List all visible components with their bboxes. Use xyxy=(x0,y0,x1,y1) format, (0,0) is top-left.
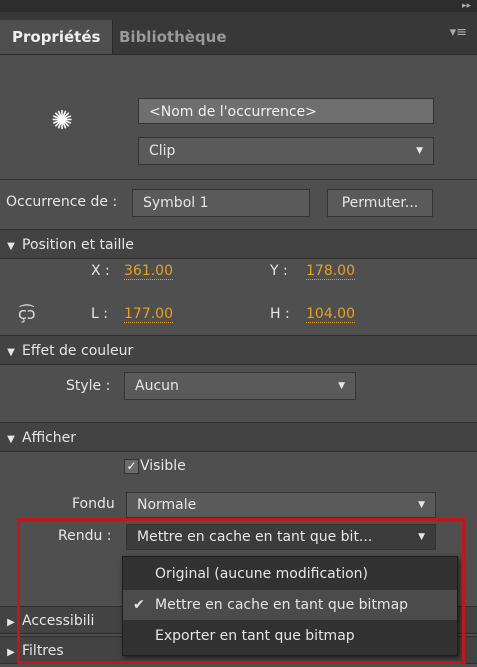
height-label: H : xyxy=(270,306,290,322)
triangle-down-icon: ▼ xyxy=(7,347,15,358)
y-value[interactable]: 178.00 xyxy=(306,263,355,280)
section-position-size[interactable]: ▼ Position et taille xyxy=(0,229,477,259)
y-label: Y : xyxy=(270,263,288,279)
section-position-size-label: Position et taille xyxy=(22,237,134,253)
blend-value: Normale xyxy=(137,497,197,513)
instance-name-input[interactable]: <Nom de l'occurrence> xyxy=(138,98,434,124)
panel-menu-icon[interactable]: ▾≡ xyxy=(450,25,467,40)
height-value[interactable]: 104.00 xyxy=(306,306,355,323)
chain-link-icon[interactable]: ç͡ɔ xyxy=(18,304,36,323)
chevron-down-icon: ▼ xyxy=(338,381,345,391)
style-label: Style : xyxy=(66,378,111,394)
highlight-box xyxy=(17,518,465,664)
triangle-down-icon: ▼ xyxy=(7,241,15,252)
chevron-down-icon: ▼ xyxy=(418,500,425,510)
blend-select[interactable]: Normale ▼ xyxy=(126,492,436,518)
symbol-type-value: Clip xyxy=(149,143,176,159)
divider xyxy=(0,179,477,180)
blend-label: Fondu xyxy=(72,496,115,512)
double-chevron-right-icon[interactable]: ▸▸ xyxy=(462,0,471,12)
occurrence-symbol-field: Symbol 1 xyxy=(132,189,310,217)
visible-label: Visible xyxy=(140,458,186,474)
style-select[interactable]: Aucun ▼ xyxy=(124,372,356,400)
style-value: Aucun xyxy=(135,378,179,394)
tab-library[interactable]: Bibliothèque xyxy=(107,20,239,54)
width-value[interactable]: 177.00 xyxy=(124,306,173,323)
tab-properties[interactable]: Propriétés xyxy=(0,20,114,54)
chevron-down-icon: ▼ xyxy=(416,146,423,156)
occurrence-label: Occurrence de : xyxy=(6,194,118,210)
panel-top-strip xyxy=(0,0,477,12)
section-color-effect-label: Effet de couleur xyxy=(22,343,134,359)
width-label: L : xyxy=(91,306,108,322)
symbol-type-select[interactable]: Clip ▼ xyxy=(138,137,434,165)
visible-checkbox[interactable]: ✓ xyxy=(124,459,139,474)
swap-button[interactable]: Permuter... xyxy=(327,189,433,217)
movieclip-symbol-icon: ✺ xyxy=(51,106,73,136)
section-display-label: Afficher xyxy=(22,430,77,446)
x-value[interactable]: 361.00 xyxy=(124,263,173,280)
x-label: X : xyxy=(91,263,110,279)
section-color-effect[interactable]: ▼ Effet de couleur xyxy=(0,335,477,365)
section-display[interactable]: ▼ Afficher xyxy=(0,422,477,452)
triangle-down-icon: ▼ xyxy=(7,434,15,445)
